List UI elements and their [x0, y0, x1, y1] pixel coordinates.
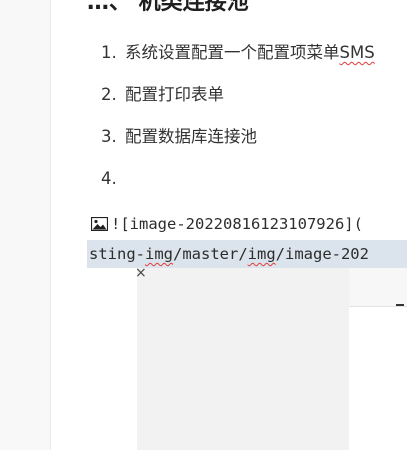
list-item-text: 配置打印表单 [125, 85, 224, 104]
embedded-image-preview-edge [349, 268, 407, 307]
list-item[interactable]: 1. 系统设置配置一个配置项菜单SMS [101, 40, 375, 82]
list-item-text: 配置数据库连接池 [125, 127, 257, 146]
embedded-image-preview [137, 268, 349, 450]
misspelled-word: SMS [339, 43, 375, 62]
markdown-text: /image-202 [275, 245, 369, 263]
list-item[interactable]: 3. 配置数据库连接池 [101, 124, 375, 166]
list-number: 4. [101, 169, 117, 188]
misspelled-word: img [145, 245, 173, 263]
image-icon [91, 217, 108, 231]
list-item[interactable]: 4. [101, 166, 375, 208]
editor-area[interactable]: …、 机类连接池 1. 系统设置配置一个配置项菜单SMS 2. 配置打印表单 3. 配… [51, 0, 407, 450]
app-window: …、 机类连接池 1. 系统设置配置一个配置项菜单SMS 2. 配置打印表单 3. 配… [0, 0, 407, 450]
list-number: 2. [101, 85, 117, 104]
list-item-text: 系统设置配置一个配置项菜单 [125, 43, 340, 62]
list-number: 1. [101, 43, 117, 62]
markdown-text: sting- [89, 245, 145, 263]
list-item[interactable]: 2. 配置打印表单 [101, 82, 375, 124]
markdown-text: /master/ [173, 245, 248, 263]
section-heading: …、 机类连接池 [87, 0, 249, 15]
misspelled-word: img [247, 245, 276, 263]
markdown-image-source[interactable]: ![image-20220816123107926]( [91, 212, 363, 236]
list-number: 3. [101, 127, 117, 146]
dash-mark [396, 304, 404, 306]
left-gutter [0, 0, 51, 450]
selected-markdown-line[interactable]: sting-img/master/img/image-202 [87, 240, 407, 268]
ordered-list: 1. 系统设置配置一个配置项菜单SMS 2. 配置打印表单 3. 配置数据库连接池 4… [101, 40, 375, 208]
close-icon[interactable]: × [135, 266, 147, 280]
markdown-text: ![image-20220816123107926]( [111, 215, 363, 233]
